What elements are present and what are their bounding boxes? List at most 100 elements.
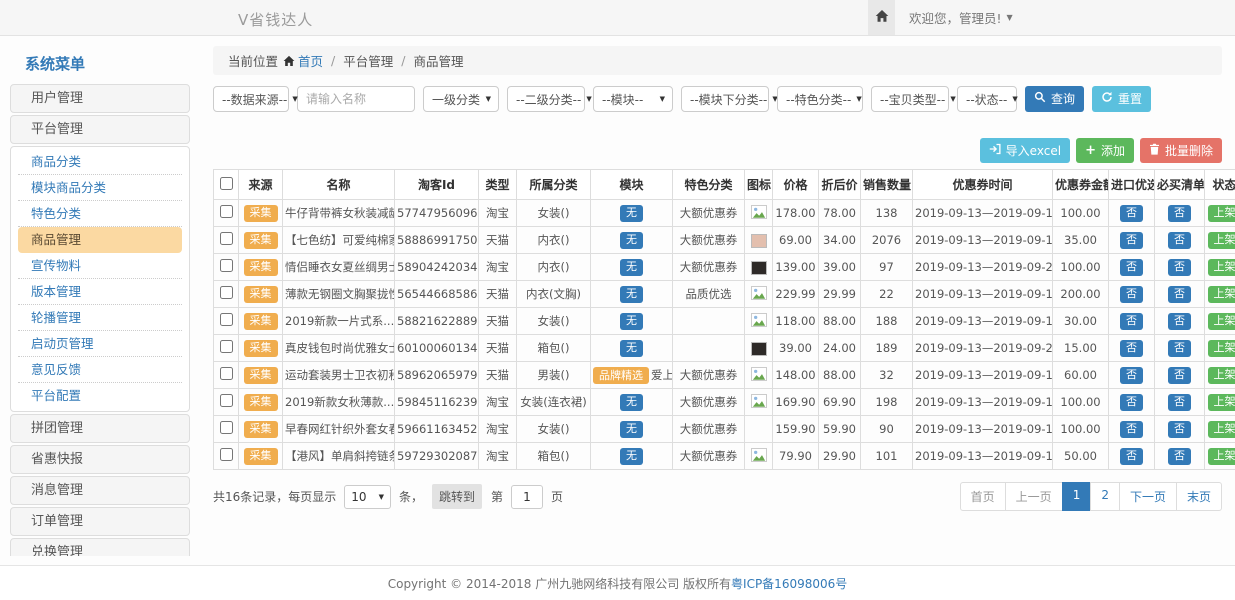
sidebar-group[interactable]: 订单管理 xyxy=(10,507,190,536)
filter-select[interactable]: --特色分类--▼ xyxy=(777,86,863,112)
category-cell: 内衣(文胸) xyxy=(517,281,591,308)
status-badge[interactable]: 上架 xyxy=(1208,421,1235,438)
imported-badge[interactable]: 否 xyxy=(1120,232,1143,249)
import-excel-button[interactable]: 导入excel xyxy=(980,138,1070,163)
filter-select[interactable]: --数据来源--▼ xyxy=(213,86,289,112)
breadcrumb-home-link[interactable]: 首页 xyxy=(283,51,323,70)
row-checkbox[interactable] xyxy=(220,340,233,353)
must-buy-badge[interactable]: 否 xyxy=(1168,205,1191,222)
sidebar-item[interactable]: 版本管理 xyxy=(18,279,182,305)
page-button[interactable]: 1 xyxy=(1062,482,1092,511)
filter-select[interactable]: --模块--▼ xyxy=(593,86,673,112)
main-content: 当前位置 首页 / 平台管理 / 商品管理 --数据来源--▼ 一级分类▼ --二级… xyxy=(213,46,1222,556)
reset-button[interactable]: 重置 xyxy=(1092,86,1151,111)
sidebar-group[interactable]: 省惠快报 xyxy=(10,445,190,474)
row-checkbox[interactable] xyxy=(220,286,233,299)
chevron-down-icon: ▼ xyxy=(1012,95,1017,103)
status-badge[interactable]: 上架 xyxy=(1208,340,1235,357)
filter-select[interactable]: --宝贝类型--▼ xyxy=(871,86,949,112)
imported-badge[interactable]: 否 xyxy=(1120,286,1143,303)
status-badge[interactable]: 上架 xyxy=(1208,286,1235,303)
row-checkbox[interactable] xyxy=(220,313,233,326)
sidebar-item[interactable]: 宣传物料 xyxy=(18,253,182,279)
sidebar-group[interactable]: 兑换管理 xyxy=(10,538,190,556)
imported-badge[interactable]: 否 xyxy=(1120,259,1143,276)
must-buy-badge[interactable]: 否 xyxy=(1168,232,1191,249)
status-badge[interactable]: 上架 xyxy=(1208,259,1235,276)
sidebar-item[interactable]: 启动页管理 xyxy=(18,331,182,357)
sidebar-group[interactable]: 用户管理 xyxy=(10,84,190,113)
sidebar-item[interactable]: 平台配置 xyxy=(18,383,182,409)
icp-link[interactable]: 粤ICP备16098006号 xyxy=(731,575,847,592)
imported-badge[interactable]: 否 xyxy=(1120,313,1143,330)
chevron-down-icon: ▼ xyxy=(660,95,665,103)
sidebar-group[interactable]: 拼团管理 xyxy=(10,414,190,443)
imported-badge[interactable]: 否 xyxy=(1120,205,1143,222)
status-badge[interactable]: 上架 xyxy=(1208,367,1235,384)
jump-button[interactable]: 跳转到 xyxy=(432,484,482,509)
sales-cell: 97 xyxy=(861,254,913,281)
row-checkbox[interactable] xyxy=(220,394,233,407)
must-buy-badge[interactable]: 否 xyxy=(1168,313,1191,330)
name-search-input[interactable] xyxy=(297,86,415,112)
select-all-checkbox[interactable] xyxy=(220,177,233,190)
imported-badge[interactable]: 否 xyxy=(1120,340,1143,357)
icon-cell xyxy=(745,416,773,443)
user-menu[interactable]: 欢迎您，管理员! ▼ xyxy=(909,0,1013,35)
sidebar-group[interactable]: 平台管理 xyxy=(10,115,190,144)
table-row: 采集2019新款一片式系...588216228899天猫女装()无118.00… xyxy=(214,308,1235,335)
imported-badge[interactable]: 否 xyxy=(1120,448,1143,465)
batch-delete-button[interactable]: 批量删除 xyxy=(1140,138,1222,163)
row-checkbox[interactable] xyxy=(220,232,233,245)
page-button[interactable]: 末页 xyxy=(1176,482,1222,511)
must-buy-badge[interactable]: 否 xyxy=(1168,259,1191,276)
page-button[interactable]: 首页 xyxy=(960,482,1006,511)
search-button[interactable]: 查询 xyxy=(1025,86,1084,111)
sidebar-item[interactable]: 模块商品分类 xyxy=(18,175,182,201)
row-checkbox[interactable] xyxy=(220,205,233,218)
jump-page-input[interactable] xyxy=(511,485,543,509)
must-buy-badge[interactable]: 否 xyxy=(1168,286,1191,303)
must-buy-badge[interactable]: 否 xyxy=(1168,367,1191,384)
home-button[interactable] xyxy=(868,0,895,35)
page-button[interactable]: 下一页 xyxy=(1119,482,1177,511)
add-button[interactable]: + 添加 xyxy=(1076,138,1134,163)
filter-select[interactable]: --状态--▼ xyxy=(957,86,1017,112)
page-button[interactable]: 上一页 xyxy=(1005,482,1063,511)
module-cell: 无 xyxy=(591,281,673,308)
coupon-time-cell: 2019-09-13—2019-09-18 xyxy=(913,443,1053,470)
sidebar-item[interactable]: 轮播管理 xyxy=(18,305,182,331)
imported-badge[interactable]: 否 xyxy=(1120,421,1143,438)
sidebar-item[interactable]: 意见反馈 xyxy=(18,357,182,383)
sidebar-group[interactable]: 消息管理 xyxy=(10,476,190,505)
must-buy-badge[interactable]: 否 xyxy=(1168,421,1191,438)
imported-badge[interactable]: 否 xyxy=(1120,367,1143,384)
sidebar-item[interactable]: 特色分类 xyxy=(18,201,182,227)
type-cell: 天猫 xyxy=(479,335,517,362)
row-checkbox[interactable] xyxy=(220,259,233,272)
status-badge[interactable]: 上架 xyxy=(1208,232,1235,249)
must-buy-badge[interactable]: 否 xyxy=(1168,340,1191,357)
must-buy-badge[interactable]: 否 xyxy=(1168,394,1191,411)
imported-badge[interactable]: 否 xyxy=(1120,394,1143,411)
sidebar-item[interactable]: 商品分类 xyxy=(18,149,182,175)
must-buy-badge[interactable]: 否 xyxy=(1168,448,1191,465)
sidebar-item-active[interactable]: 商品管理 xyxy=(18,227,182,253)
status-badge[interactable]: 上架 xyxy=(1208,205,1235,222)
status-badge[interactable]: 上架 xyxy=(1208,448,1235,465)
filter-select[interactable]: --模块下分类--▼ xyxy=(681,86,769,112)
status-badge[interactable]: 上架 xyxy=(1208,313,1235,330)
per-page-select[interactable]: 10 ▼ xyxy=(344,485,391,509)
page-button[interactable]: 2 xyxy=(1090,482,1120,511)
row-checkbox[interactable] xyxy=(220,448,233,461)
status-badge[interactable]: 上架 xyxy=(1208,394,1235,411)
filter-select[interactable]: --二级分类--▼ xyxy=(507,86,585,112)
breadcrumb: 当前位置 首页 / 平台管理 / 商品管理 xyxy=(213,46,1222,75)
row-checkbox[interactable] xyxy=(220,421,233,434)
must-buy-cell: 否 xyxy=(1155,389,1205,416)
module-cell: 无 xyxy=(591,227,673,254)
category-cell: 女装() xyxy=(517,308,591,335)
source-cell: 采集 xyxy=(239,227,283,254)
row-checkbox[interactable] xyxy=(220,367,233,380)
filter-select[interactable]: 一级分类▼ xyxy=(423,86,499,112)
